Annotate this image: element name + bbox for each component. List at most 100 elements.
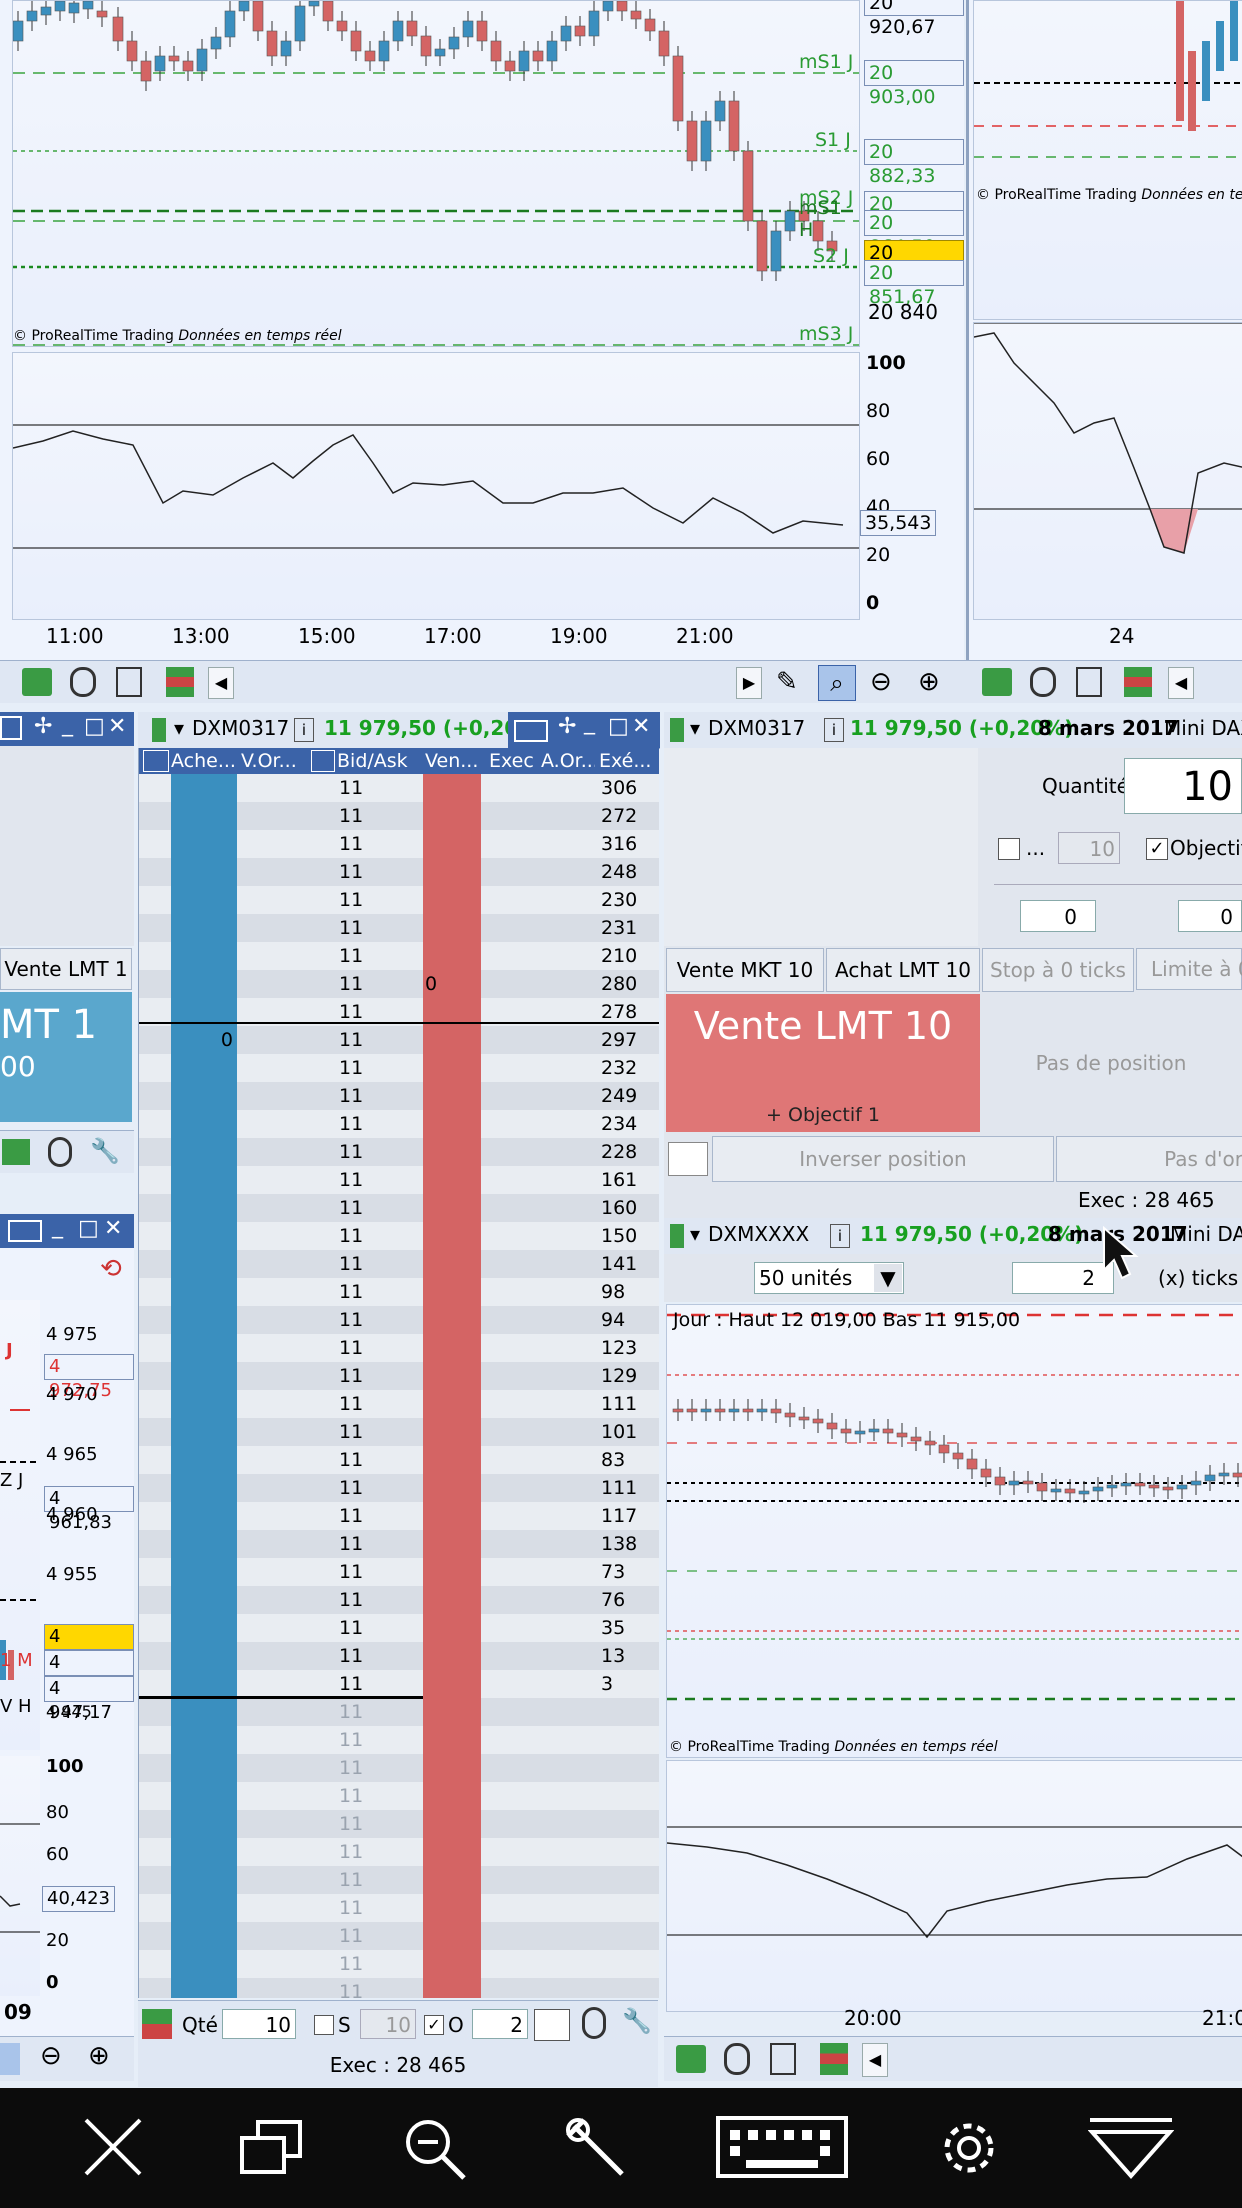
- executed-cell[interactable]: 232: [597, 1054, 659, 1082]
- price-cell[interactable]: 11 912,...: [335, 1754, 423, 1807]
- price-cell[interactable]: 11 947,...: [335, 774, 423, 827]
- price-cell[interactable]: 11 933,...: [335, 1166, 423, 1219]
- bottom-price-chart[interactable]: Jour : Haut 12 019,00 Bas 11 915,00 © Pr…: [666, 1304, 1242, 1758]
- table-row[interactable]: 11 944,... 248: [139, 858, 659, 911]
- info-icon[interactable]: i: [824, 718, 844, 742]
- executed-cell[interactable]: [597, 1838, 659, 1866]
- stop-checkbox[interactable]: [314, 2015, 334, 2035]
- table-row[interactable]: 11 910,...: [139, 1810, 659, 1863]
- executed-cell[interactable]: [597, 1698, 659, 1726]
- left-chart-pane[interactable]: ⟲ J Z J 1 M V H 4 975 4 972,75 4 970 4 9…: [0, 1248, 134, 2036]
- wrench-icon[interactable]: 🔧: [622, 2007, 652, 2035]
- sell-cell[interactable]: [423, 1530, 481, 1558]
- price-cell[interactable]: 11 914,...: [335, 1698, 423, 1751]
- table-row[interactable]: 11 917,... 35: [139, 1614, 659, 1667]
- maximize-icon[interactable]: □: [608, 714, 629, 739]
- chart-icon[interactable]: [534, 2009, 570, 2041]
- keyboard-icon[interactable]: [514, 720, 548, 742]
- executed-cell[interactable]: 231: [597, 914, 659, 942]
- buy-cell[interactable]: [171, 942, 237, 970]
- buy-cell[interactable]: [171, 1586, 237, 1614]
- sell-cell[interactable]: [423, 1082, 481, 1110]
- buy-cell[interactable]: [171, 1978, 237, 1998]
- chevron-down-icon[interactable]: ▾: [690, 716, 700, 740]
- keyboard-icon[interactable]: [716, 2116, 850, 2180]
- executed-cell[interactable]: 76: [597, 1586, 659, 1614]
- executed-cell[interactable]: 3: [597, 1670, 659, 1698]
- price-cell[interactable]: 11 917,...: [335, 1614, 423, 1667]
- sell-cell[interactable]: [423, 1754, 481, 1782]
- executed-cell[interactable]: [597, 1894, 659, 1922]
- table-row[interactable]: 11 943,... 230: [139, 886, 659, 939]
- table-row[interactable]: 11 937,... 232: [139, 1054, 659, 1107]
- price-cell[interactable]: 11 932,...: [335, 1194, 423, 1247]
- link-icon[interactable]: [1030, 667, 1056, 697]
- zoom-area-icon[interactable]: [0, 2043, 20, 2075]
- sell-cell[interactable]: [423, 1306, 481, 1334]
- price-cell[interactable]: 11 918,...: [335, 1586, 423, 1639]
- sell-cell[interactable]: [423, 1474, 481, 1502]
- price-cell[interactable]: 11 907,...: [335, 1894, 423, 1947]
- cancel-all-icon[interactable]: [311, 750, 335, 772]
- price-cell[interactable]: 11 942,...: [335, 914, 423, 967]
- price-cell[interactable]: 11 906,...: [335, 1922, 423, 1975]
- chart-export-icon[interactable]: [22, 668, 52, 696]
- sell-cell[interactable]: [423, 1138, 481, 1166]
- buy-lmt-button[interactable]: Achat LMT 10: [826, 948, 980, 992]
- table-row[interactable]: 11 909,...: [139, 1838, 659, 1891]
- pin-icon[interactable]: ✢: [34, 714, 52, 739]
- buy-cell[interactable]: [171, 1110, 237, 1138]
- price-cell[interactable]: 11 920,...: [335, 1530, 423, 1583]
- sell-cell[interactable]: [423, 1110, 481, 1138]
- buy-cell[interactable]: [171, 774, 237, 802]
- properties-icon[interactable]: [770, 2043, 796, 2075]
- executed-cell[interactable]: 101: [597, 1418, 659, 1446]
- stop-checkbox[interactable]: [998, 838, 1020, 860]
- price-cell[interactable]: 11 923,...: [335, 1446, 423, 1499]
- scroll-left-icon[interactable]: ◀: [208, 667, 234, 699]
- ticket-symbol[interactable]: DXM0317: [708, 716, 805, 740]
- cursor-tool-icon[interactable]: ✎: [776, 667, 802, 697]
- buy-cell[interactable]: [171, 1614, 237, 1642]
- executed-cell[interactable]: 83: [597, 1446, 659, 1474]
- executed-cell[interactable]: [597, 1754, 659, 1782]
- stop-input[interactable]: 10: [1058, 832, 1120, 864]
- sell-cell[interactable]: [423, 1390, 481, 1418]
- scroll-right-icon[interactable]: ▶: [736, 667, 762, 699]
- executed-cell[interactable]: 306: [597, 774, 659, 802]
- wrench-icon[interactable]: [564, 2116, 634, 2180]
- price-cell[interactable]: 11 945,...: [335, 830, 423, 883]
- minimize-icon[interactable]: _: [52, 1214, 63, 1239]
- buy-cell[interactable]: [171, 1866, 237, 1894]
- price-cell[interactable]: 11 944,...: [335, 858, 423, 911]
- executed-cell[interactable]: 160: [597, 1194, 659, 1222]
- price-cell[interactable]: 11 911,...: [335, 1782, 423, 1835]
- info-icon[interactable]: i: [294, 718, 314, 742]
- oscillator-area[interactable]: [12, 352, 860, 620]
- executed-cell[interactable]: 111: [597, 1474, 659, 1502]
- buy-cell[interactable]: [171, 1054, 237, 1082]
- table-row[interactable]: 11 921,... 117: [139, 1502, 659, 1555]
- buy-cell[interactable]: [171, 1138, 237, 1166]
- link-icon[interactable]: [582, 2007, 606, 2039]
- limit-ticks-button[interactable]: Limite à 0: [1136, 948, 1242, 990]
- scroll-left-icon[interactable]: ◀: [862, 2043, 888, 2077]
- executed-cell[interactable]: 272: [597, 802, 659, 830]
- executed-cell[interactable]: 297: [597, 1026, 659, 1054]
- table-row[interactable]: 11 911,...: [139, 1782, 659, 1835]
- zoom-out-icon[interactable]: ⊖: [40, 2041, 62, 2071]
- sell-cell[interactable]: [423, 1222, 481, 1250]
- minimize-icon[interactable]: _: [62, 712, 73, 737]
- executed-cell[interactable]: 35: [597, 1614, 659, 1642]
- buy-cell[interactable]: [171, 1222, 237, 1250]
- orderbook-symbol[interactable]: DXM0317: [192, 716, 289, 740]
- col-header-aor[interactable]: A.Or...: [541, 750, 595, 772]
- sell-cell[interactable]: [423, 1978, 481, 1998]
- dropdown-icon[interactable]: [1088, 2116, 1174, 2180]
- price-cell[interactable]: 11 934,...: [335, 1138, 423, 1191]
- sell-cell[interactable]: [423, 1642, 481, 1670]
- buy-cell[interactable]: [171, 1922, 237, 1950]
- ticks-input[interactable]: 2: [1012, 1262, 1114, 1294]
- price-cell[interactable]: 11 925,...: [335, 1390, 423, 1443]
- stop-spinner[interactable]: 0: [1020, 900, 1096, 932]
